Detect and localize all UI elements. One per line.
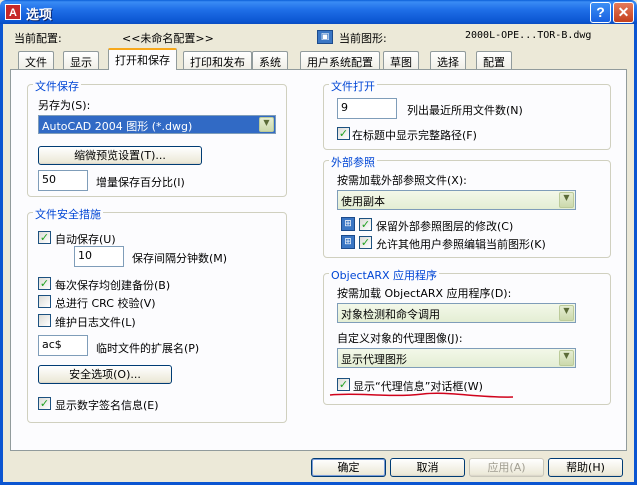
cancel-button[interactable]: 取消 (390, 458, 465, 477)
tab-plot-publish[interactable]: 打印和发布 (183, 51, 252, 69)
file-open-title: 文件打开 (329, 78, 377, 94)
objectarx-title: ObjectARX 应用程序 (329, 267, 440, 283)
autosave-minutes-input[interactable]: 10 (74, 246, 124, 267)
save-as-value: AutoCAD 2004 图形 (*.dwg) (42, 120, 193, 133)
retain-xref-layers-label: 保留外部参照图层的修改(C) (376, 220, 514, 233)
proxy-image-select[interactable]: 显示代理图形 ▼ (337, 348, 576, 368)
xref-demand-label: 按需加载外部参照文件(X): (337, 174, 467, 187)
xref-demand-value: 使用副本 (341, 195, 385, 208)
file-safety-title: 文件安全措施 (33, 206, 103, 222)
chevron-down-icon[interactable]: ▼ (259, 117, 274, 132)
save-as-select[interactable]: AutoCAD 2004 图形 (*.dwg) ▼ (38, 115, 276, 134)
tab-profiles[interactable]: 配置 (476, 51, 512, 69)
apply-button[interactable]: 应用(A) (469, 458, 544, 477)
title-bar[interactable] (0, 0, 637, 24)
digital-signature-checkbox[interactable]: ✓ (38, 397, 51, 410)
red-underline-annotation (329, 392, 514, 398)
tab-open-save[interactable]: 打开和保存 (108, 48, 177, 70)
xref-demand-select[interactable]: 使用副本 ▼ (337, 190, 576, 210)
help-icon[interactable]: ? (590, 2, 611, 23)
backup-label: 每次保存均创建备份(B) (55, 279, 171, 292)
current-profile-value: <<未命名配置>> (122, 32, 214, 45)
proxy-image-label: 自定义对象的代理图像(J): (337, 332, 463, 345)
file-save-title: 文件保存 (33, 78, 81, 94)
full-path-label: 在标题中显示完整路径(F) (352, 129, 477, 142)
xref-title: 外部参照 (329, 154, 377, 170)
allow-xref-edit-checkbox[interactable]: ✓ (359, 236, 372, 249)
autosave-checkbox[interactable]: ✓ (38, 231, 51, 244)
objectarx-demand-value: 对象检测和命令调用 (341, 308, 440, 321)
chevron-down-icon[interactable]: ▼ (559, 192, 574, 208)
security-options-button[interactable]: 安全选项(O)... (38, 365, 172, 384)
incremental-save-input[interactable]: 50 (38, 170, 88, 191)
retain-xref-layers-checkbox[interactable]: ✓ (359, 218, 372, 231)
crc-label: 总进行 CRC 校验(V) (55, 297, 156, 310)
chevron-down-icon[interactable]: ▼ (559, 305, 574, 321)
log-file-label: 维护日志文件(L) (55, 316, 136, 329)
objectarx-demand-label: 按需加载 ObjectARX 应用程序(D): (337, 287, 512, 300)
full-path-checkbox[interactable]: ✓ (337, 127, 350, 140)
autosave-label: 自动保存(U) (55, 233, 116, 246)
close-icon[interactable]: ✕ (613, 2, 634, 23)
ok-button[interactable]: 确定 (311, 458, 386, 477)
tab-files[interactable]: 文件 (18, 51, 54, 69)
tab-system[interactable]: 系统 (252, 51, 288, 69)
proxy-image-value: 显示代理图形 (341, 353, 407, 366)
chevron-down-icon[interactable]: ▼ (559, 350, 574, 366)
digital-signature-label: 显示数字签名信息(E) (55, 399, 159, 412)
current-profile-label: 当前配置: (14, 32, 62, 45)
allow-xref-edit-label: 允许其他用户参照编辑当前图形(K) (376, 238, 546, 251)
tab-user-preferences[interactable]: 用户系统配置 (300, 51, 380, 69)
xref-icon: ⊞ (341, 217, 355, 231)
xref-icon: ⊞ (341, 235, 355, 249)
window-title: 选项 (26, 8, 53, 23)
recent-files-label: 列出最近所用文件数(N) (407, 104, 523, 117)
help-button[interactable]: 帮助(H) (548, 458, 623, 477)
app-icon: A (5, 4, 21, 20)
crc-checkbox[interactable] (38, 295, 51, 308)
recent-files-input[interactable]: 9 (337, 98, 397, 119)
incremental-save-label: 增量保存百分比(I) (96, 176, 185, 189)
log-file-checkbox[interactable] (38, 314, 51, 327)
current-drawing-value: 2000L-OPE...TOR-B.dwg (465, 30, 592, 41)
temp-extension-input[interactable]: ac$ (38, 335, 88, 356)
autosave-minutes-label: 保存间隔分钟数(M) (132, 252, 228, 265)
backup-checkbox[interactable]: ✓ (38, 277, 51, 290)
tab-drafting[interactable]: 草图 (383, 51, 419, 69)
save-as-label: 另存为(S): (38, 99, 91, 112)
objectarx-demand-select[interactable]: 对象检测和命令调用 ▼ (337, 303, 576, 323)
thumbnail-settings-button[interactable]: 缩微预览设置(T)... (38, 146, 202, 165)
tab-selection[interactable]: 选择 (430, 51, 466, 69)
drawing-icon: ▣ (317, 30, 333, 44)
tab-display[interactable]: 显示 (63, 51, 99, 69)
current-drawing-label: 当前图形: (339, 32, 387, 45)
temp-extension-label: 临时文件的扩展名(P) (96, 342, 200, 355)
